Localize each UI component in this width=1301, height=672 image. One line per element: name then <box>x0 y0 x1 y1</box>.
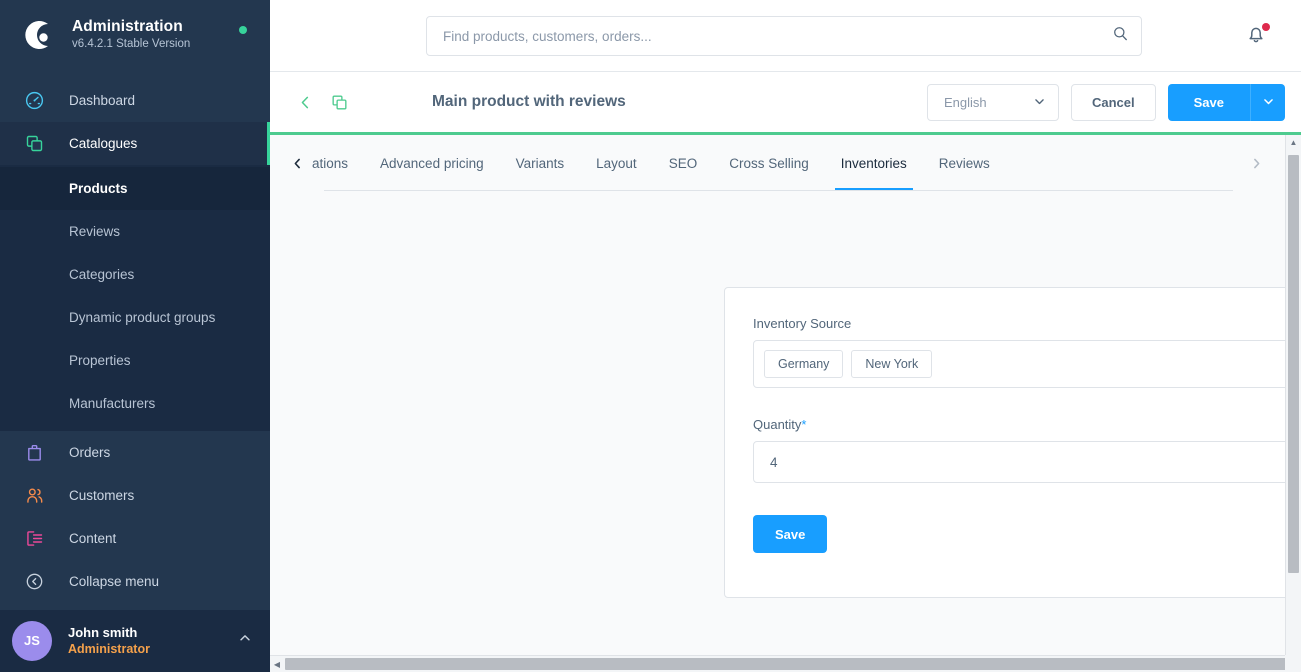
sidebar-user-profile[interactable]: JS John smith Administrator <box>0 608 270 672</box>
vertical-scrollbar[interactable]: ▲ ▼ <box>1285 135 1301 672</box>
sidebar-item-label: Orders <box>69 444 111 460</box>
notification-badge-dot <box>1262 23 1270 31</box>
status-dot-online-icon <box>239 26 247 34</box>
bell-icon <box>1244 27 1268 50</box>
scroll-up-icon[interactable]: ▲ <box>1286 135 1301 149</box>
save-button[interactable]: Save <box>1167 84 1250 121</box>
search-input[interactable] <box>443 28 1112 44</box>
tabs-next-icon[interactable] <box>1245 157 1267 170</box>
quantity-input[interactable] <box>753 441 1301 483</box>
tab-layout[interactable]: Layout <box>580 135 653 191</box>
profile-name: John smith <box>68 625 138 641</box>
card-actions: Save <box>725 483 1301 597</box>
sidebar-item-dashboard[interactable]: Dashboard <box>0 79 270 122</box>
brand-text: Administration v6.4.2.1 Stable Version <box>72 18 190 52</box>
sidebar-item-categories[interactable]: Categories <box>0 253 270 296</box>
global-search[interactable] <box>426 16 1142 56</box>
inventory-card: Inventory Source Germany New York Quanti… <box>724 287 1301 598</box>
tab-reviews[interactable]: Reviews <box>923 135 1006 191</box>
sidebar-item-label: Collapse menu <box>69 573 160 589</box>
sidebar-item-label: Dashboard <box>69 92 136 108</box>
sidebar-item-label: Catalogues <box>69 135 138 151</box>
sidebar-item-content[interactable]: Content <box>0 517 270 560</box>
tab-bar: ations Advanced pricing Variants Layout … <box>286 135 1267 191</box>
quantity-label: Quantity* <box>753 417 1301 432</box>
page-header-actions: English Cancel Save <box>926 84 1285 121</box>
language-select[interactable]: English <box>926 84 1059 121</box>
inventory-source-select[interactable]: Germany New York <box>753 340 1301 388</box>
sidebar-item-label: Content <box>69 530 117 546</box>
sidebar-item-collapse-menu[interactable]: Collapse menu <box>0 560 270 603</box>
sidebar-subnav-catalogues: Products Reviews Categories Dynamic prod… <box>0 164 270 431</box>
sidebar: Administration v6.4.2.1 Stable Version D… <box>0 0 270 672</box>
dashboard-gauge-icon <box>22 88 46 112</box>
catalogues-copy-icon <box>22 131 46 155</box>
chip-germany[interactable]: Germany <box>764 350 844 378</box>
tab-inventories[interactable]: Inventories <box>825 135 923 191</box>
sidebar-item-properties[interactable]: Properties <box>0 339 270 382</box>
search-icon[interactable] <box>1112 25 1129 47</box>
tab-variants[interactable]: Variants <box>500 135 581 191</box>
inventory-source-label: Inventory Source <box>753 316 852 331</box>
notifications-button[interactable] <box>1244 22 1272 50</box>
chevron-left-icon[interactable] <box>294 91 316 113</box>
save-split-button: Save <box>1167 84 1285 121</box>
admin-app: Administration v6.4.2.1 Stable Version D… <box>0 0 1301 672</box>
page-header-icons <box>294 91 350 113</box>
brand-version: v6.4.2.1 Stable Version <box>72 38 191 51</box>
brand-title: Administration <box>72 18 183 36</box>
page-title: Main product with reviews <box>432 93 626 110</box>
collapse-chevron-circle-icon <box>22 569 46 593</box>
scrollbar-corner <box>1285 655 1301 672</box>
inventory-source-chips: Germany New York <box>764 350 1301 378</box>
sidebar-item-catalogues[interactable]: Catalogues <box>0 121 270 165</box>
language-select-value: English <box>943 95 987 110</box>
content-list-icon <box>22 526 46 550</box>
chevron-down-icon <box>1033 95 1046 111</box>
sidebar-nav: Dashboard Catalogues Products Reviews Ca… <box>0 71 270 609</box>
topbar <box>270 0 1301 72</box>
sidebar-item-products[interactable]: Products <box>0 166 270 210</box>
required-marker: * <box>801 417 807 432</box>
page-header: Main product with reviews English Cancel… <box>270 72 1301 132</box>
duplicate-icon[interactable] <box>328 91 350 113</box>
tabs-prev-icon[interactable] <box>286 157 308 170</box>
inventory-card-body: Inventory Source Germany New York Quanti… <box>725 288 1301 483</box>
content-scroll-region: ations Advanced pricing Variants Layout … <box>270 135 1301 672</box>
brand-header[interactable]: Administration v6.4.2.1 Stable Version <box>0 0 270 71</box>
profile-role: Administrator <box>68 642 150 657</box>
sidebar-item-reviews[interactable]: Reviews <box>0 210 270 253</box>
tab-seo[interactable]: SEO <box>653 135 714 191</box>
sidebar-item-orders[interactable]: Orders <box>0 431 270 474</box>
tab-cross-selling[interactable]: Cross Selling <box>713 135 825 191</box>
horizontal-scrollbar[interactable]: ◀ ▶ <box>270 655 1301 672</box>
sidebar-item-dynamic-product-groups[interactable]: Dynamic product groups <box>0 296 270 339</box>
tab-specifications[interactable]: ations <box>312 135 364 191</box>
tabs-underline <box>324 190 1233 191</box>
orders-bag-icon <box>22 440 46 464</box>
tab-advanced-pricing[interactable]: Advanced pricing <box>364 135 500 191</box>
avatar: JS <box>12 620 52 661</box>
sidebar-item-manufacturers[interactable]: Manufacturers <box>0 382 270 425</box>
main-area: Main product with reviews English Cancel… <box>270 0 1301 672</box>
tabs: ations Advanced pricing Variants Layout … <box>308 135 1245 191</box>
shopware-logo-icon <box>18 15 58 55</box>
scroll-left-icon[interactable]: ◀ <box>270 656 284 672</box>
card-save-button[interactable]: Save <box>753 515 828 553</box>
chevron-down-icon <box>1262 95 1275 111</box>
field-spacer <box>753 388 1301 417</box>
profile-text: John smith Administrator <box>68 624 238 657</box>
vertical-scrollbar-thumb[interactable] <box>1288 155 1299 573</box>
horizontal-scrollbar-thumb[interactable] <box>285 658 1288 670</box>
sidebar-item-customers[interactable]: Customers <box>0 474 270 517</box>
quantity-label-text: Quantity <box>753 417 802 432</box>
chevron-up-icon[interactable] <box>238 631 252 650</box>
sidebar-lower-nav: Orders Customers Content Collapse menu <box>0 431 270 609</box>
save-dropdown-button[interactable] <box>1250 84 1285 121</box>
sidebar-item-label: Customers <box>69 487 135 503</box>
customers-people-icon <box>22 483 46 507</box>
cancel-button[interactable]: Cancel <box>1070 84 1156 121</box>
chip-new-york[interactable]: New York <box>851 350 933 378</box>
